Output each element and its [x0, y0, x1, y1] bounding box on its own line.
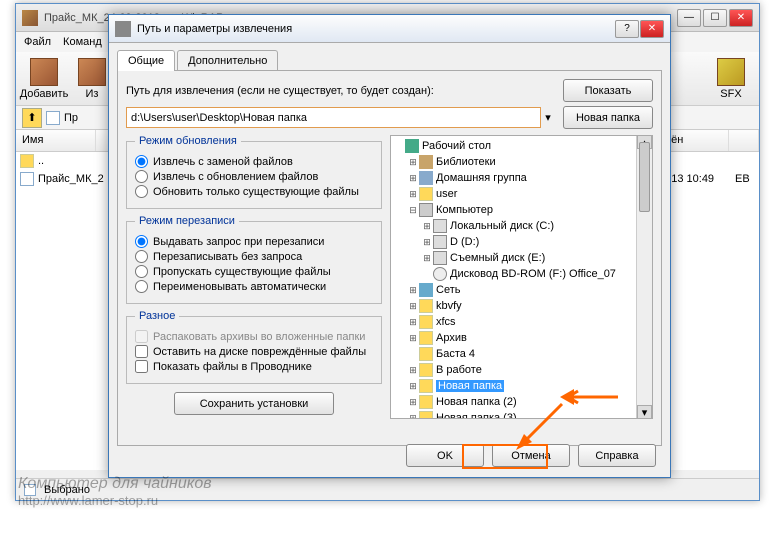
check-keep-broken[interactable]: Оставить на диске повреждённые файлы [135, 345, 373, 358]
node-desktop[interactable]: Рабочий стол [393, 138, 634, 154]
folder-icon [419, 363, 433, 377]
check-show-explorer[interactable]: Показать файлы в Проводнике [135, 360, 373, 373]
path-input[interactable] [126, 107, 541, 128]
show-button[interactable]: Показать [563, 79, 653, 102]
disk-icon [433, 235, 447, 249]
scroll-down-arrow[interactable]: ▾ [637, 405, 652, 419]
folder-icon [20, 154, 34, 168]
archive-icon [22, 10, 38, 26]
radio-skip[interactable]: Пропускать существующие файлы [135, 265, 373, 278]
node-work[interactable]: ⊞В работе [393, 362, 634, 378]
path-dropdown-arrow[interactable]: ▾ [541, 111, 555, 124]
new-folder-button[interactable]: Новая папка [563, 106, 653, 129]
node-disk-c[interactable]: ⊞Локальный диск (C:) [393, 218, 634, 234]
desktop-icon [405, 139, 419, 153]
node-disk-d[interactable]: ⊞D (D:) [393, 234, 634, 250]
menu-file[interactable]: Файл [24, 36, 51, 48]
user-icon [419, 187, 433, 201]
tab-general[interactable]: Общие [117, 50, 175, 71]
folder-icon [419, 331, 433, 345]
node-newfolder2[interactable]: ⊞Новая папка (2) [393, 394, 634, 410]
extract-dialog: Путь и параметры извлечения ? ✕ Общие До… [108, 14, 671, 478]
node-basta[interactable]: Баста 4 [393, 346, 634, 362]
help-button[interactable]: Справка [578, 444, 656, 467]
node-libraries[interactable]: ⊞Библиотеки [393, 154, 634, 170]
sfx-icon [717, 58, 745, 86]
node-user[interactable]: ⊞user [393, 186, 634, 202]
dialog-buttons: OK Отмена Справка [406, 444, 656, 467]
ok-button[interactable]: OK [406, 444, 484, 467]
minimize-button[interactable]: — [677, 9, 701, 27]
node-archive[interactable]: ⊞Архив [393, 330, 634, 346]
overwrite-group: Режим перезаписи Выдавать запрос при пер… [126, 215, 382, 304]
radio-extract-replace[interactable]: Извлечь с заменой файлов [135, 155, 373, 168]
folder-icon [419, 411, 433, 418]
extract-icon [78, 58, 106, 86]
dialog-icon [115, 21, 131, 37]
folder-icon [419, 347, 433, 361]
tab-panel: Путь для извлечения (если не существует,… [117, 70, 662, 446]
save-settings-button[interactable]: Сохранить установки [174, 392, 334, 415]
disk-icon [433, 219, 447, 233]
radio-extract-update[interactable]: Извлечь с обновлением файлов [135, 170, 373, 183]
tab-advanced[interactable]: Дополнительно [177, 50, 278, 71]
node-bdrom[interactable]: Дисковод BD-ROM (F:) Office_07 [393, 266, 634, 282]
folder-tree[interactable]: Рабочий стол ⊞Библиотеки ⊞Домашняя групп… [390, 135, 653, 419]
close-button[interactable]: ✕ [729, 9, 753, 27]
node-newfolder[interactable]: ⊞Новая папка [393, 378, 634, 394]
disk-icon [433, 251, 447, 265]
watermark: Компьютер для чайников http://www.lamer-… [18, 475, 212, 508]
network-icon [419, 283, 433, 297]
folder-icon [419, 299, 433, 313]
folder-icon [419, 379, 433, 393]
node-computer[interactable]: ⊟Компьютер [393, 202, 634, 218]
tree-scrollbar[interactable]: ▴ ▾ [636, 136, 652, 418]
dialog-close-button[interactable]: ✕ [640, 20, 664, 38]
tabs: Общие Дополнительно [109, 43, 670, 70]
radio-freshen[interactable]: Обновить только существующие файлы [135, 185, 373, 198]
radio-overwrite[interactable]: Перезаписывать без запроса [135, 250, 373, 263]
maximize-button[interactable]: ☐ [703, 9, 727, 27]
node-xfcs[interactable]: ⊞xfcs [393, 314, 634, 330]
check-subfolders: Распаковать архивы во вложенные папки [135, 330, 373, 343]
computer-icon [419, 203, 433, 217]
scroll-thumb[interactable] [639, 142, 650, 212]
archive-small-icon [46, 111, 60, 125]
cancel-button[interactable]: Отмена [492, 444, 570, 467]
node-disk-e[interactable]: ⊞Съемный диск (E:) [393, 250, 634, 266]
path-text: Пр [64, 112, 78, 124]
dialog-titlebar[interactable]: Путь и параметры извлечения ? ✕ [109, 15, 670, 43]
dialog-help-button[interactable]: ? [615, 20, 639, 38]
dialog-title: Путь и параметры извлечения [137, 23, 292, 35]
node-kbvfy[interactable]: ⊞kbvfy [393, 298, 634, 314]
radio-rename[interactable]: Переименовывать автоматически [135, 280, 373, 293]
misc-group: Разное Распаковать архивы во вложенные п… [126, 310, 382, 384]
homegroup-icon [419, 171, 433, 185]
cd-icon [433, 267, 447, 281]
folder-icon [419, 395, 433, 409]
path-label: Путь для извлечения (если не существует,… [126, 85, 555, 97]
folder-icon [419, 315, 433, 329]
node-homegroup[interactable]: ⊞Домашняя группа [393, 170, 634, 186]
radio-ask[interactable]: Выдавать запрос при перезаписи [135, 235, 373, 248]
library-icon [419, 155, 433, 169]
doc-icon [20, 172, 34, 186]
menu-commands[interactable]: Команд [63, 36, 102, 48]
toolbar-sfx[interactable]: SFX [709, 56, 753, 101]
node-network[interactable]: ⊞Сеть [393, 282, 634, 298]
col-name[interactable]: Имя [16, 130, 96, 151]
update-mode-group: Режим обновления Извлечь с заменой файло… [126, 135, 382, 209]
up-button[interactable]: ⬆ [22, 108, 42, 128]
toolbar-add[interactable]: Добавить [22, 56, 66, 101]
add-icon [30, 58, 58, 86]
node-newfolder3[interactable]: ⊞Новая папка (3) [393, 410, 634, 418]
